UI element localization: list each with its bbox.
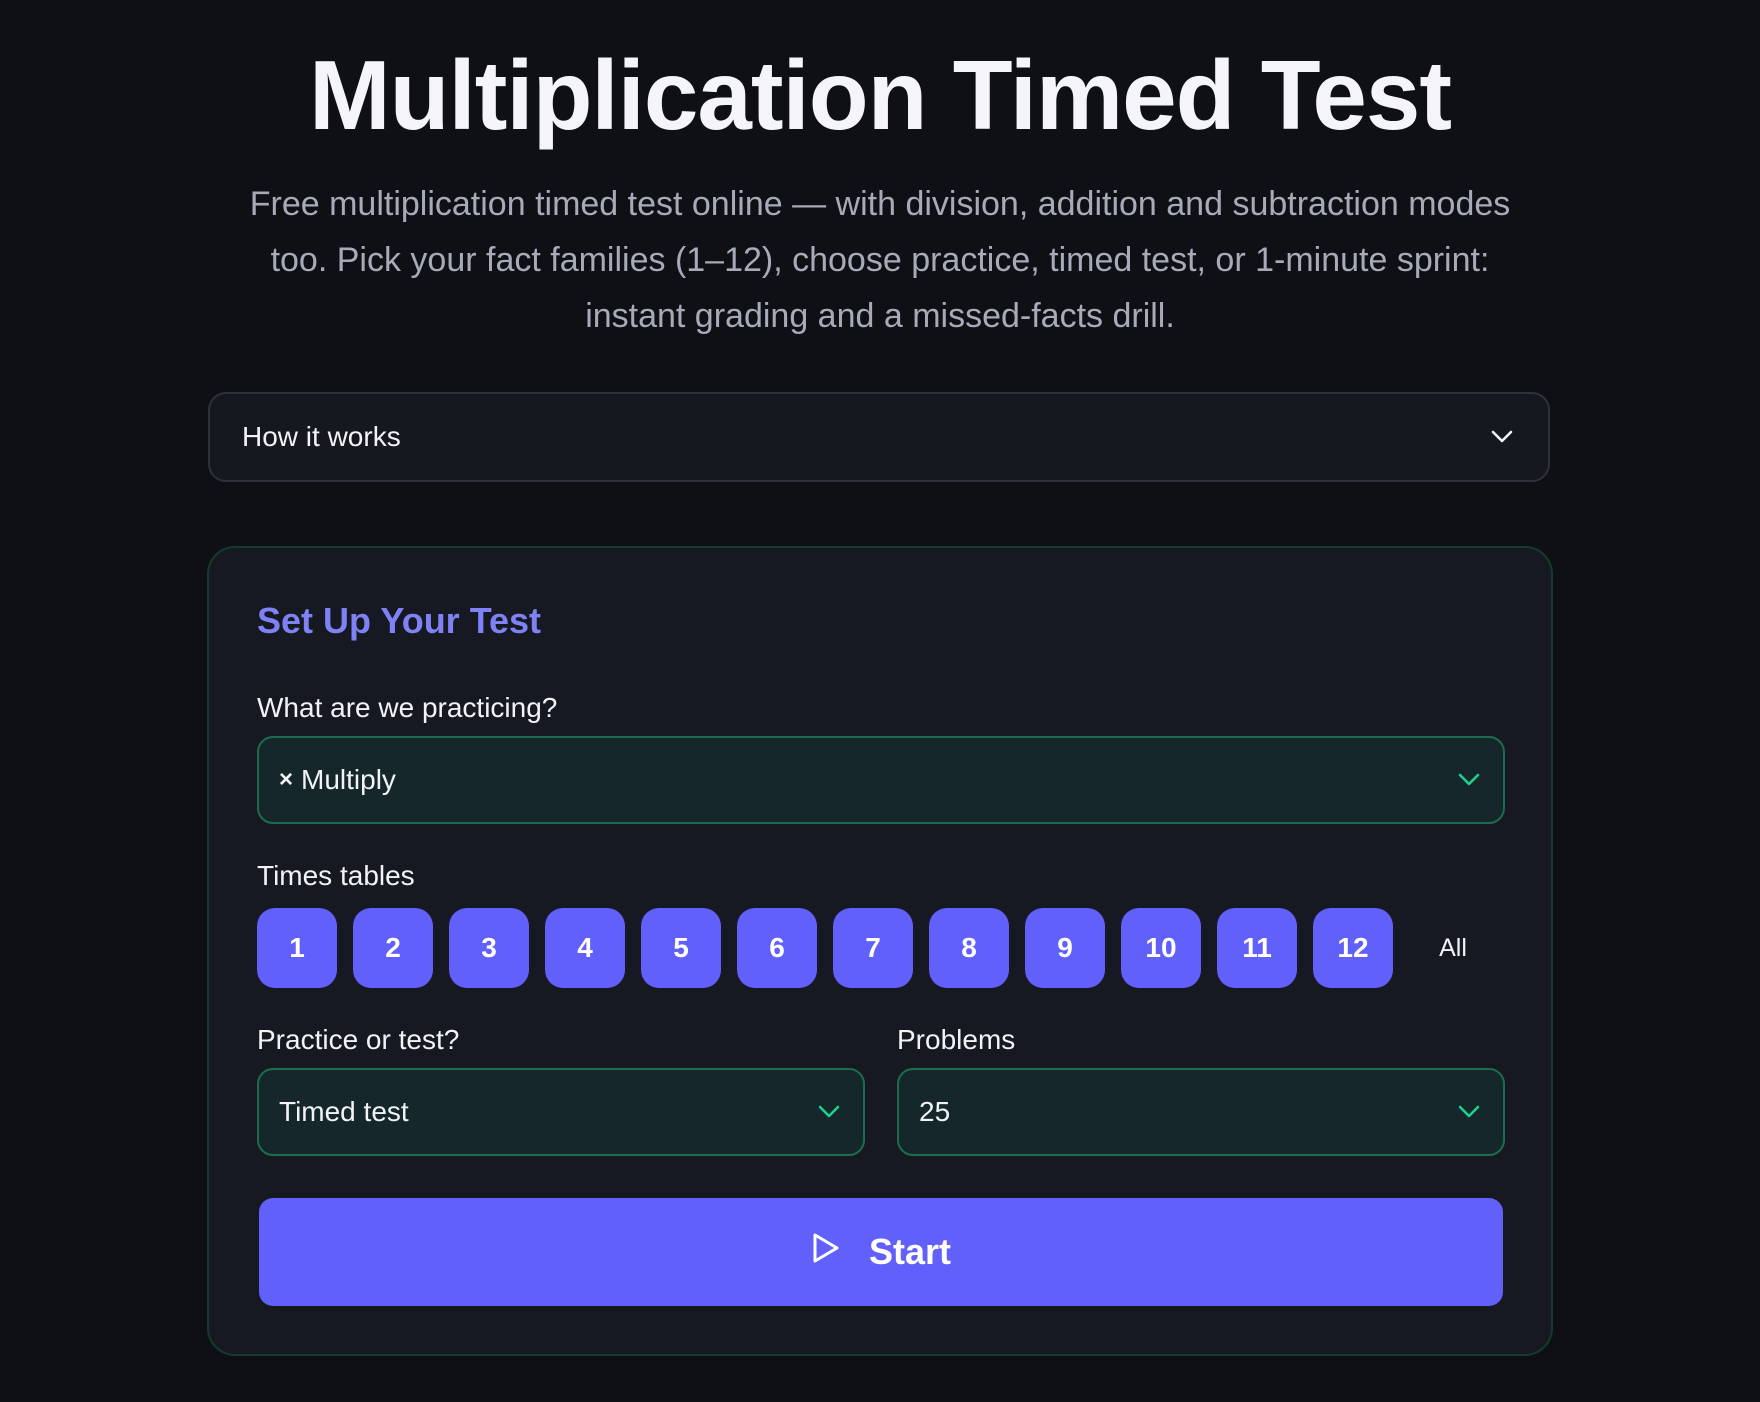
setup-card-title: Set Up Your Test xyxy=(257,600,542,641)
operation-value-text: Multiply xyxy=(301,764,396,795)
page-subtitle: Free multiplication timed test online — … xyxy=(249,185,1511,335)
play-icon xyxy=(811,1231,841,1273)
table-button-10[interactable]: 10 xyxy=(1121,908,1201,988)
table-button-9[interactable]: 9 xyxy=(1025,908,1105,988)
table-button-8[interactable]: 8 xyxy=(929,908,1009,988)
table-button-2[interactable]: 2 xyxy=(353,908,433,988)
page: Multiplication Timed Test Free multiplic… xyxy=(0,0,1760,1402)
start-button-label: Start xyxy=(868,1231,952,1272)
chevron-down-icon xyxy=(1455,766,1483,794)
table-button-5[interactable]: 5 xyxy=(641,908,721,988)
table-button-4[interactable]: 4 xyxy=(545,908,625,988)
start-button[interactable]: Start xyxy=(259,1198,1503,1306)
chevron-down-icon xyxy=(1488,423,1516,451)
how-it-works-toggle[interactable]: How it works xyxy=(208,392,1550,482)
select-all-tables-button[interactable]: All xyxy=(1413,908,1493,988)
setup-card: Set Up Your Test What are we practicing?… xyxy=(207,546,1553,1356)
table-button-6[interactable]: 6 xyxy=(737,908,817,988)
times-tables-group: 1 2 3 4 5 6 7 8 9 10 11 12 All xyxy=(257,908,1493,988)
table-button-11[interactable]: 11 xyxy=(1217,908,1297,988)
problems-select[interactable]: 25 xyxy=(897,1068,1505,1156)
operation-select-value: × Multiply xyxy=(279,764,396,796)
chevron-down-icon xyxy=(1455,1098,1483,1126)
how-it-works-label: How it works xyxy=(242,421,401,452)
mode-label: Practice or test? xyxy=(257,1024,460,1055)
table-button-3[interactable]: 3 xyxy=(449,908,529,988)
table-button-7[interactable]: 7 xyxy=(833,908,913,988)
problems-select-value: 25 xyxy=(919,1096,951,1127)
mode-select-value: Timed test xyxy=(279,1096,409,1127)
mode-select[interactable]: Timed test xyxy=(257,1068,865,1156)
chevron-down-icon xyxy=(815,1098,843,1126)
page-title: Multiplication Timed Test xyxy=(308,40,1452,150)
table-button-12[interactable]: 12 xyxy=(1313,908,1393,988)
multiply-icon: × xyxy=(279,766,294,793)
operation-select[interactable]: × Multiply xyxy=(257,736,1505,824)
times-tables-label: Times tables xyxy=(257,860,415,891)
problems-label: Problems xyxy=(897,1024,1016,1055)
operation-label: What are we practicing? xyxy=(257,692,558,723)
table-button-1[interactable]: 1 xyxy=(257,908,337,988)
